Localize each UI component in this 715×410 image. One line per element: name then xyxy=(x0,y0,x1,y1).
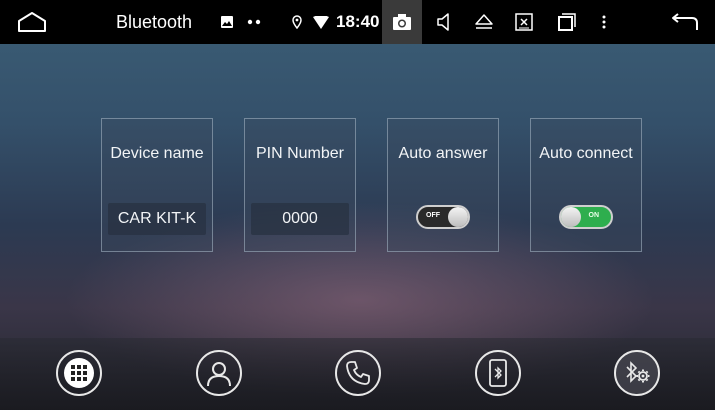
auto-connect-toggle[interactable]: ON xyxy=(559,205,613,229)
toggle-knob xyxy=(448,207,468,227)
phone-button[interactable] xyxy=(335,350,381,396)
back-button[interactable] xyxy=(666,0,702,44)
auto-answer-label: Auto answer xyxy=(398,145,488,162)
more-button[interactable] xyxy=(596,0,612,44)
more-icon xyxy=(602,15,606,29)
volume-button[interactable] xyxy=(432,0,456,44)
status-bar: Bluetooth 18:40 xyxy=(0,0,715,44)
bottom-dock xyxy=(0,338,715,410)
dots-icon xyxy=(243,0,265,44)
bluetooth-phone-icon xyxy=(489,359,507,387)
home-button[interactable] xyxy=(14,0,50,44)
page-title: Bluetooth xyxy=(116,11,193,32)
recent-apps-icon xyxy=(558,13,576,31)
pin-number-label: PIN Number xyxy=(255,145,345,162)
device-name-field[interactable]: CAR KIT-K xyxy=(108,203,206,235)
eject-button[interactable] xyxy=(471,0,497,44)
screenshot-button[interactable] xyxy=(382,0,422,44)
apps-grid-button[interactable] xyxy=(56,350,102,396)
wifi-icon xyxy=(311,0,331,44)
phone-icon xyxy=(346,361,370,385)
close-box-button[interactable] xyxy=(511,0,537,44)
clock: 18:40 xyxy=(336,12,380,31)
device-name-card[interactable]: Device name CAR KIT-K xyxy=(101,118,213,252)
auto-answer-toggle[interactable]: OFF xyxy=(416,205,470,229)
back-icon xyxy=(672,13,698,30)
camera-icon xyxy=(393,14,411,30)
auto-connect-label: Auto connect xyxy=(539,145,633,162)
auto-connect-card[interactable]: Auto connect ON xyxy=(530,118,642,252)
auto-answer-state: OFF xyxy=(426,212,440,219)
recent-apps-button[interactable] xyxy=(554,0,580,44)
bluetooth-settings-button[interactable] xyxy=(614,350,660,396)
volume-icon xyxy=(437,13,449,31)
apps-grid-icon xyxy=(64,358,94,388)
device-name-label: Device name xyxy=(110,145,204,162)
image-icon xyxy=(219,0,235,44)
bluetooth-phone-button[interactable] xyxy=(475,350,521,396)
home-icon xyxy=(18,12,46,32)
auto-answer-card[interactable]: Auto answer OFF xyxy=(387,118,499,252)
contacts-button[interactable] xyxy=(196,350,242,396)
pin-number-card[interactable]: PIN Number 0000 xyxy=(244,118,356,252)
toggle-knob xyxy=(561,207,581,227)
contacts-icon xyxy=(207,362,231,387)
close-box-icon xyxy=(515,13,533,31)
auto-connect-state: ON xyxy=(588,212,600,219)
eject-icon xyxy=(475,14,493,29)
pin-number-field[interactable]: 0000 xyxy=(251,203,349,235)
location-icon xyxy=(290,0,304,44)
bluetooth-settings-icon xyxy=(626,361,650,383)
